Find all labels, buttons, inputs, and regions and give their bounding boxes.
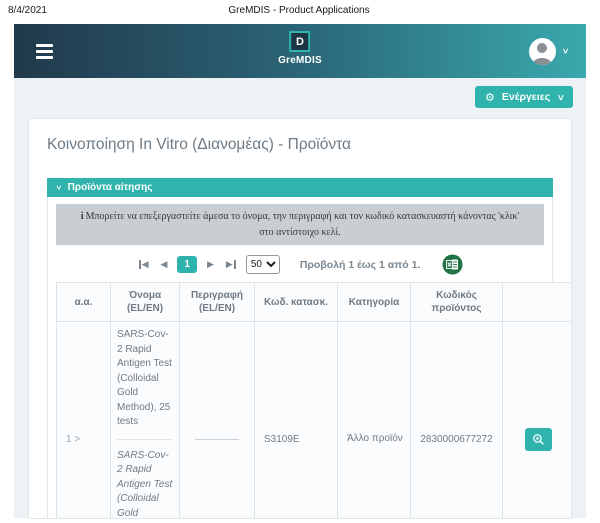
current-page-indicator: 1 (177, 256, 197, 273)
name-el-text: SARS-Cov-2 Rapid Antigen Test (Colloidal… (117, 328, 173, 440)
view-product-button[interactable] (525, 428, 552, 451)
first-page-button[interactable]: ◀ (137, 258, 151, 271)
chevron-down-icon: > (560, 48, 570, 53)
product-code-cell: 2830000677272 (411, 322, 503, 520)
main-card: Κοινοποίηση In Vitro (Διανομέας) - Προϊό… (28, 118, 572, 519)
hamburger-icon (36, 44, 53, 47)
content-area: ⚙ Ενέργειες > Κοινοποίηση In Vitro (Διαν… (14, 78, 586, 518)
table-header-row: α.α. Όνομα (EL/EN) Περιγραφή (EL/EN) Κωδ… (57, 283, 573, 322)
name-en-text: SARS-Cov-2 Rapid Antigen Test (Colloidal… (117, 449, 173, 520)
actions-row: ⚙ Ενέργειες > (14, 86, 586, 108)
table-row: 1 > SARS-Cov-2 Rapid Antigen Test (Collo… (57, 322, 573, 520)
description-cell[interactable] (180, 322, 255, 520)
col-header-index: α.α. (57, 283, 111, 322)
actions-button[interactable]: ⚙ Ενέργειες > (475, 86, 573, 108)
excel-icon (442, 254, 463, 275)
products-panel: > Προϊόντα αίτησης iΜπορείτε να επεξεργα… (47, 178, 553, 519)
print-date: 8/4/2021 (8, 5, 128, 16)
actions-cell (503, 322, 573, 520)
manufacturer-code-cell[interactable]: S3109E (255, 322, 338, 520)
info-note-text: Μπορείτε να επεξεργαστείτε άμεσα το όνομ… (86, 211, 520, 238)
menu-toggle-button[interactable] (32, 40, 57, 63)
pagination-summary: Προβολή 1 έως 1 από 1. (300, 259, 421, 271)
page-size-select[interactable]: 50 (246, 255, 280, 274)
col-header-category: Κατηγορία (338, 283, 411, 322)
col-header-actions (503, 283, 573, 322)
collapse-chevron-icon: > (54, 185, 63, 190)
col-header-manufacturer-code: Κωδ. κατασκ. (255, 283, 338, 322)
col-header-name: Όνομα (EL/EN) (111, 283, 180, 322)
previous-page-button[interactable]: ◀ (159, 258, 170, 271)
pagination-bar: ◀ ◀ 1 ▶ ▶ 50 Προβολή 1 έως 1 από 1. (56, 245, 544, 282)
last-page-button[interactable]: ▶ (224, 258, 238, 271)
empty-description-divider (195, 439, 239, 440)
info-icon: i (81, 211, 84, 222)
panel-header[interactable]: > Προϊόντα αίτησης (47, 178, 553, 197)
col-header-description: Περιγραφή (EL/EN) (180, 283, 255, 322)
col-header-product-code: Κωδικός προϊόντος (411, 283, 503, 322)
next-page-button[interactable]: ▶ (205, 258, 216, 271)
panel-title: Προϊόντα αίτησης (68, 182, 153, 193)
panel-body: iΜπορείτε να επεξεργαστείτε άμεσα το όνο… (47, 197, 553, 519)
page-title: Κοινοποίηση In Vitro (Διανομέας) - Προϊό… (47, 136, 553, 154)
avatar (529, 38, 556, 65)
chevron-down-icon: > (555, 94, 566, 100)
magnifier-plus-icon (532, 433, 545, 446)
top-navbar: D GreMDIS > (14, 24, 586, 78)
brand-logo[interactable]: D GreMDIS (278, 31, 322, 66)
print-page: 8/4/2021 GreMDIS - Product Applications … (0, 0, 600, 518)
print-title: GreMDIS - Product Applications (128, 5, 470, 16)
brand-name: GreMDIS (278, 55, 322, 66)
print-header: 8/4/2021 GreMDIS - Product Applications (0, 0, 600, 24)
app-logo-icon: D (289, 31, 310, 52)
user-menu[interactable]: > (529, 38, 568, 65)
info-note: iΜπορείτε να επεξεργαστείτε άμεσα το όνο… (56, 204, 544, 245)
row-index-cell: 1 > (57, 322, 111, 520)
name-cell[interactable]: SARS-Cov-2 Rapid Antigen Test (Colloidal… (111, 322, 180, 520)
products-table: α.α. Όνομα (EL/EN) Περιγραφή (EL/EN) Κωδ… (56, 282, 572, 519)
category-cell: Άλλο προϊόν (338, 322, 411, 520)
excel-export-button[interactable] (442, 254, 463, 275)
gears-icon: ⚙ (485, 91, 495, 104)
actions-button-label: Ενέργειες (502, 91, 550, 103)
